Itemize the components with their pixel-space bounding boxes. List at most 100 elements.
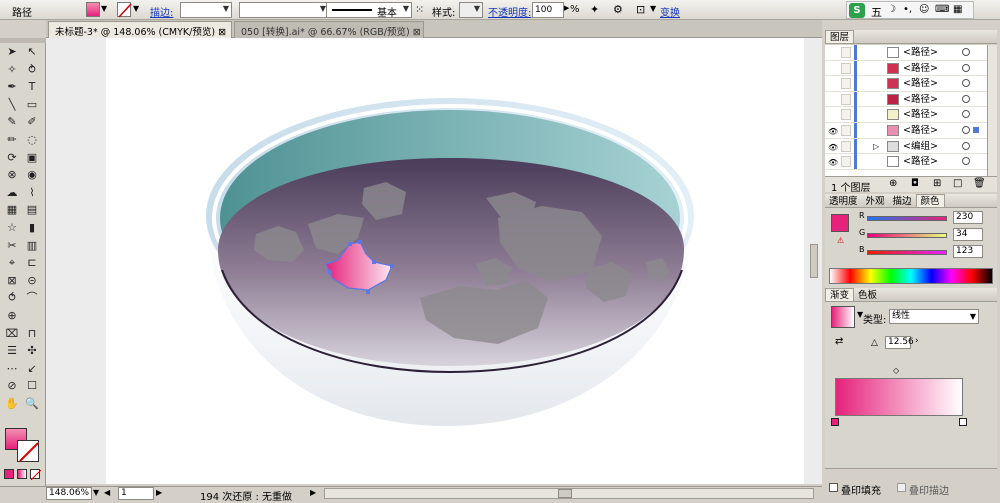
layers-scrollbar[interactable]: [987, 45, 997, 176]
lock-toggle[interactable]: [841, 140, 851, 152]
opacity-link[interactable]: 不透明度:: [488, 4, 531, 19]
opacity-input[interactable]: [532, 2, 564, 18]
r-slider[interactable]: [867, 216, 947, 221]
tab-color[interactable]: 颜色: [915, 194, 945, 207]
gradient-preview[interactable]: [831, 306, 855, 328]
chevron-down-icon[interactable]: ▼: [93, 488, 99, 497]
rotate-tool-icon[interactable]: ⟳: [3, 150, 21, 166]
tab-swatches[interactable]: 色板: [854, 289, 881, 302]
gradient-stop-right[interactable]: [959, 418, 967, 426]
bowl-artwork[interactable]: [46, 38, 822, 484]
chevron-down-icon[interactable]: ▼: [650, 4, 656, 13]
tab-transparency[interactable]: 透明度: [825, 195, 862, 208]
gear-icon[interactable]: ⚙: [613, 3, 623, 16]
hand-tool-icon[interactable]: ⊘: [3, 378, 21, 394]
stroke-swatch[interactable]: [117, 2, 132, 18]
blend-tool-icon[interactable]: ▮: [23, 220, 41, 236]
angle-field[interactable]: 12.56: [885, 336, 914, 349]
stroke-weight-select[interactable]: ▼: [180, 2, 232, 18]
rectangle-tool-icon[interactable]: ▭: [23, 97, 41, 113]
emoji-icon[interactable]: ☺: [919, 4, 929, 15]
eyedropper-icon[interactable]: ☆: [3, 220, 21, 236]
stroke-box[interactable]: [17, 440, 39, 462]
layer-row[interactable]: <路径>: [825, 76, 987, 92]
hand-icon[interactable]: ✋: [3, 396, 21, 412]
gradient-tool-icon[interactable]: ▤: [23, 202, 41, 218]
layer-row[interactable]: 👁 ▷ <编组>: [825, 138, 987, 155]
free-transform-icon[interactable]: ◉: [23, 167, 41, 183]
midpoint-icon[interactable]: ◇: [893, 366, 899, 375]
fill-stroke-widget[interactable]: [5, 428, 41, 464]
eye-icon[interactable]: 👁: [828, 124, 838, 136]
chevron-right-icon[interactable]: ›: [915, 336, 919, 346]
eye-hidden-icon[interactable]: [828, 93, 838, 105]
g-slider[interactable]: [867, 233, 947, 238]
trash-icon[interactable]: 🗑: [973, 178, 986, 189]
zoom-out-icon[interactable]: ↙: [23, 361, 41, 377]
target-circle-icon[interactable]: [962, 94, 970, 103]
eye-hidden-icon[interactable]: [828, 77, 838, 89]
tab-appearance[interactable]: 外观: [862, 195, 889, 208]
measure-icon[interactable]: ⋯: [3, 361, 21, 377]
mesh-tool-icon[interactable]: ▦: [3, 202, 21, 218]
eraser-tool-icon[interactable]: ⊓: [23, 326, 41, 342]
keyboard-icon[interactable]: ⌨: [935, 4, 949, 15]
blob-brush-icon[interactable]: ✏: [3, 132, 21, 148]
transform-link[interactable]: 变换: [660, 4, 680, 19]
eye-hidden-icon[interactable]: [828, 62, 838, 74]
eye-icon[interactable]: 👁: [828, 155, 838, 167]
shape-builder-icon[interactable]: ⥀: [3, 290, 21, 306]
scissors-icon[interactable]: ☰: [3, 343, 21, 359]
ime-mode[interactable]: 五: [871, 4, 882, 20]
perspective-select-icon[interactable]: ⊝: [23, 273, 41, 289]
chevron-down-icon[interactable]: ▼: [970, 310, 976, 323]
tab-gradient[interactable]: 渐变: [825, 288, 855, 301]
vertical-scrollbar[interactable]: [810, 244, 818, 278]
overprint-stroke-checkbox[interactable]: [897, 483, 906, 492]
overprint-fill-checkbox[interactable]: [829, 483, 838, 492]
clipping-mask-icon[interactable]: ◘: [911, 178, 919, 189]
chevron-down-icon[interactable]: ▼: [101, 4, 107, 13]
moon-icon[interactable]: ☽: [887, 4, 896, 15]
select-similar-icon[interactable]: ✦: [590, 3, 599, 16]
selection-tool-icon[interactable]: ➤: [3, 44, 21, 60]
pen-tool-icon[interactable]: ✒: [3, 79, 21, 95]
layer-row[interactable]: <路径>: [825, 91, 987, 108]
scrollbar-thumb[interactable]: [558, 489, 572, 498]
b-value[interactable]: 123: [953, 245, 983, 258]
paintbrush-icon[interactable]: ✎: [3, 114, 21, 130]
eye-hidden-icon[interactable]: [828, 46, 838, 58]
grid-icon[interactable]: ▦: [953, 4, 962, 15]
new-sublayer-icon[interactable]: ⊞: [933, 178, 941, 189]
reverse-gradient-icon[interactable]: ⇄: [835, 336, 843, 347]
gradient-type-select[interactable]: 线性 ▼: [889, 309, 979, 324]
type-tool-icon[interactable]: T: [23, 79, 41, 95]
next-artboard-icon[interactable]: ▶: [156, 488, 162, 497]
target-circle-icon[interactable]: [962, 63, 970, 72]
layers-panel-header[interactable]: 图层: [825, 30, 997, 44]
gradient-mode-button[interactable]: [17, 469, 27, 479]
layer-row[interactable]: <路径>: [825, 107, 987, 123]
tab-layers[interactable]: 图层: [825, 30, 855, 43]
layer-row[interactable]: 👁 <路径>: [825, 122, 987, 139]
eye-icon[interactable]: 👁: [828, 140, 838, 152]
lock-toggle[interactable]: [841, 47, 851, 58]
new-layer-icon[interactable]: □: [953, 178, 962, 189]
live-paint-icon[interactable]: ✂: [3, 238, 21, 254]
zoom-icon[interactable]: 🔍: [23, 396, 41, 412]
gradient-stop-left[interactable]: [831, 418, 839, 426]
knife-icon[interactable]: ✣: [23, 343, 41, 359]
chevron-down-icon[interactable]: ▼: [133, 4, 139, 13]
target-circle-icon[interactable]: [962, 125, 970, 134]
target-circle-icon[interactable]: [962, 110, 970, 119]
fill-swatch[interactable]: [86, 2, 100, 17]
layer-row[interactable]: 👁 <路径>: [825, 154, 987, 170]
punctuation-icon[interactable]: •,: [903, 4, 912, 15]
variable-width-select[interactable]: ▼: [239, 2, 329, 18]
out-of-gamut-icon[interactable]: ⚠: [837, 236, 844, 245]
eye-hidden-icon[interactable]: [828, 108, 838, 120]
lasso-icon[interactable]: ⥁: [23, 62, 41, 78]
slice-tool-icon[interactable]: ⊏: [23, 255, 41, 271]
target-circle-icon[interactable]: [962, 48, 970, 56]
fill-color-swatch[interactable]: [831, 214, 849, 232]
